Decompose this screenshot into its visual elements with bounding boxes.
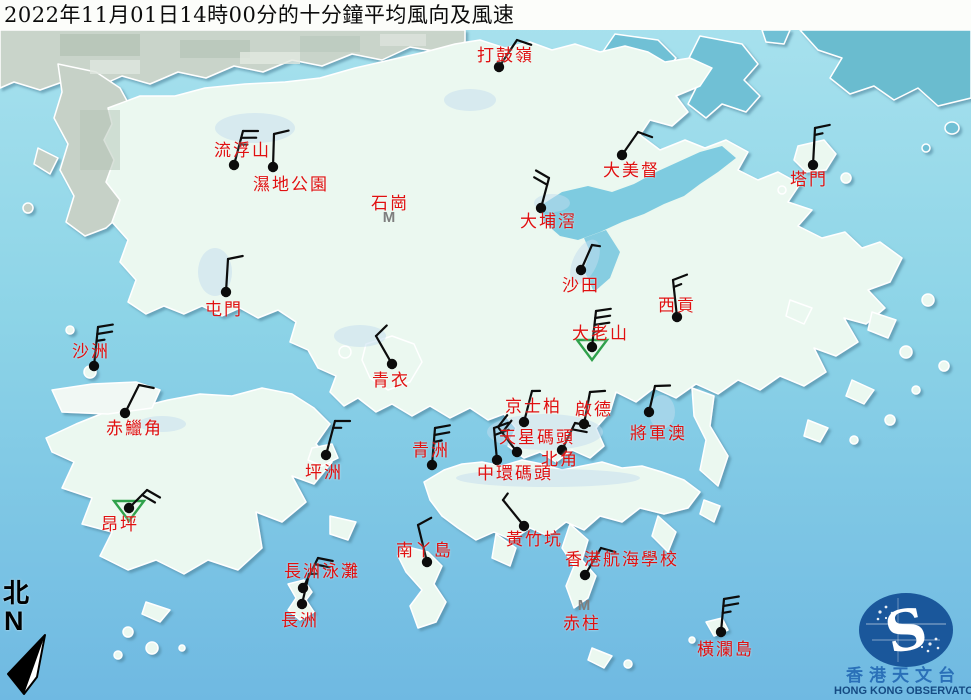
station-dot	[494, 62, 504, 72]
station-dot	[89, 361, 99, 371]
station-stanley: M	[578, 597, 591, 614]
station-dot	[519, 417, 529, 427]
station-dot	[557, 445, 567, 455]
island	[841, 173, 851, 183]
station-dot	[268, 162, 278, 172]
station-dot	[576, 265, 586, 275]
island	[850, 436, 858, 444]
station-dot	[617, 150, 627, 160]
island	[922, 144, 930, 152]
station-dot	[387, 359, 397, 369]
station-dot	[120, 408, 130, 418]
island	[778, 186, 786, 194]
station-shek-kong: M	[383, 209, 396, 226]
island	[885, 415, 895, 425]
station-dot	[427, 460, 437, 470]
station-dot	[808, 160, 818, 170]
hong-kong-map: MM	[0, 0, 971, 700]
station-dot	[492, 455, 502, 465]
hko-logo: S 香港天文台 HONG KONG OBSERVATORY	[836, 592, 971, 700]
map-title: 2022年11月01日14時00分的十分鐘平均風向及風速	[4, 1, 514, 29]
island	[945, 122, 959, 134]
island	[123, 627, 133, 637]
north-indicator: 北 N	[0, 581, 56, 700]
island	[900, 346, 912, 358]
title-bar: 2022年11月01日14時00分的十分鐘平均風向及風速	[0, 0, 971, 30]
station-dot	[321, 450, 331, 460]
island	[179, 645, 185, 651]
station-dot	[587, 342, 597, 352]
island	[114, 651, 122, 659]
island	[66, 326, 74, 334]
station-dot	[536, 203, 546, 213]
station-dot	[229, 160, 239, 170]
station-dot	[580, 570, 590, 580]
station-dot	[519, 521, 529, 531]
island	[939, 361, 949, 371]
island	[689, 637, 695, 643]
ma-wan	[339, 346, 351, 358]
station-dot	[716, 627, 726, 637]
hko-name-chinese: 香港天文台	[836, 668, 971, 685]
station-dot	[422, 557, 432, 567]
hko-name-english: HONG KONG OBSERVATORY	[834, 686, 971, 697]
compass-needle-icon	[0, 631, 56, 699]
hko-logo-icon: S	[836, 592, 971, 668]
island	[912, 386, 920, 394]
island	[922, 294, 934, 306]
station-dot	[124, 503, 134, 513]
island	[146, 642, 158, 654]
station-dot	[644, 407, 654, 417]
missing-data-marker: M	[383, 209, 396, 226]
station-dot	[512, 447, 522, 457]
station-dot	[221, 287, 231, 297]
island	[624, 660, 632, 668]
island	[23, 203, 33, 213]
missing-data-marker: M	[578, 597, 591, 614]
station-dot	[672, 312, 682, 322]
wind-map-page: MM 打鼓嶺流浮山濕地公園石崗大美督塔門大埔滘沙田西貢屯門沙洲大老山青衣赤鱲角京…	[0, 0, 971, 700]
north-hanzi: 北	[3, 581, 29, 607]
station-dot	[297, 599, 307, 609]
